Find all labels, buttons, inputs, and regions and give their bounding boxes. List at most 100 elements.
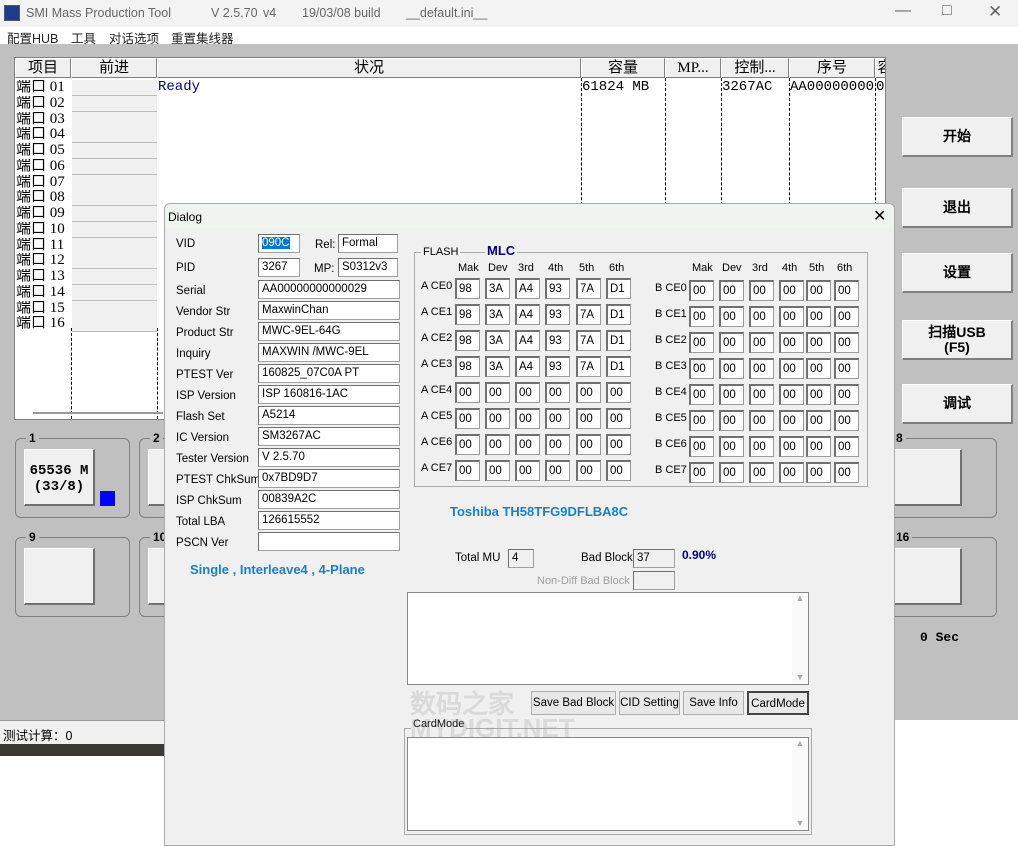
flash-id-cell[interactable]: 00 — [806, 358, 831, 379]
flash-id-cell[interactable]: 00 — [689, 436, 714, 457]
flash-id-cell[interactable]: 00 — [576, 460, 601, 481]
flash-id-cell[interactable]: 00 — [545, 460, 570, 481]
flash-id-cell[interactable]: 00 — [606, 434, 631, 455]
flash-id-cell[interactable]: 00 — [779, 306, 804, 327]
flash-id-cell[interactable]: 00 — [719, 410, 744, 431]
flash-id-cell[interactable]: 00 — [806, 306, 831, 327]
isp-version-field[interactable]: ISP 160816-1AC — [258, 385, 400, 404]
minimize-button[interactable]: — — [895, 2, 911, 20]
flash-id-cell[interactable]: 7A — [576, 330, 601, 351]
flash-id-cell[interactable]: 00 — [719, 332, 744, 353]
flash-id-cell[interactable]: 00 — [834, 384, 859, 405]
flash-id-cell[interactable]: 00 — [779, 280, 804, 301]
flash-id-cell[interactable]: 00 — [455, 408, 480, 429]
flash-id-cell[interactable]: D1 — [606, 278, 631, 299]
flash-id-cell[interactable]: 00 — [689, 358, 714, 379]
vid-field[interactable]: 090C — [258, 234, 300, 253]
flash-id-cell[interactable]: 00 — [749, 384, 774, 405]
flash-id-cell[interactable]: 7A — [576, 304, 601, 325]
flash-id-cell[interactable]: 00 — [689, 332, 714, 353]
table-row[interactable]: 端口 03 — [15, 111, 885, 128]
dialog-close-button[interactable]: ✕ — [873, 206, 886, 226]
flash-id-cell[interactable]: 00 — [834, 462, 859, 483]
flash-id-cell[interactable]: 98 — [455, 356, 480, 377]
flash-id-cell[interactable]: 00 — [779, 358, 804, 379]
save-info-button[interactable]: Save Info — [683, 691, 744, 715]
flash-id-cell[interactable]: 93 — [545, 330, 570, 351]
pscn-ver-field[interactable] — [258, 532, 400, 551]
cardmode-button[interactable]: CardMode — [747, 691, 809, 715]
flash-id-cell[interactable]: 00 — [749, 462, 774, 483]
flash-id-cell[interactable]: 93 — [545, 278, 570, 299]
flash-id-cell[interactable]: 00 — [749, 332, 774, 353]
header-serial[interactable]: 序号 — [789, 58, 875, 78]
flash-id-cell[interactable]: 7A — [576, 278, 601, 299]
flash-id-cell[interactable]: 00 — [576, 434, 601, 455]
pid-field[interactable]: 3267 — [258, 258, 300, 277]
header-progress[interactable]: 前进 — [71, 58, 157, 78]
table-row[interactable]: 端口 05 — [15, 143, 885, 159]
scan-usb-button[interactable]: 扫描USB (F5) — [902, 320, 1013, 360]
horizontal-scrollbar[interactable] — [33, 412, 163, 414]
flash-id-cell[interactable]: D1 — [606, 330, 631, 351]
start-button[interactable]: 开始 — [902, 117, 1013, 157]
flash-id-cell[interactable]: 00 — [689, 280, 714, 301]
flash-id-cell[interactable]: 00 — [749, 436, 774, 457]
isp-chksum-field[interactable]: 00839A2C — [258, 490, 400, 509]
header-item[interactable]: 项目 — [15, 58, 71, 78]
flash-id-cell[interactable]: 00 — [719, 384, 744, 405]
close-button[interactable]: ✕ — [988, 2, 1002, 22]
vendor-str-field[interactable]: MaxwinChan — [258, 301, 400, 320]
flash-id-cell[interactable]: 00 — [834, 358, 859, 379]
debug-button[interactable]: 调试 — [902, 384, 1013, 424]
flash-id-cell[interactable]: 00 — [749, 280, 774, 301]
flash-id-cell[interactable]: 3A — [485, 278, 510, 299]
table-row[interactable]: 端口 06 — [15, 158, 885, 175]
flash-id-cell[interactable]: 93 — [545, 304, 570, 325]
flash-id-cell[interactable]: 00 — [515, 382, 540, 403]
log-textarea[interactable]: ▲ ▼ — [407, 592, 809, 685]
header-controller[interactable]: 控制... — [721, 58, 789, 78]
flash-id-cell[interactable]: 00 — [806, 410, 831, 431]
cardmode-textarea[interactable]: ▲ ▼ — [407, 737, 809, 831]
slot-button[interactable] — [891, 548, 962, 605]
tester-version-field[interactable]: V 2.5.70 — [258, 448, 400, 467]
slot-button[interactable] — [24, 548, 95, 605]
header-mp[interactable]: MP... — [665, 58, 721, 78]
ic-version-field[interactable]: SM3267AC — [258, 427, 400, 446]
flash-id-cell[interactable]: 00 — [689, 384, 714, 405]
flash-id-cell[interactable]: 00 — [515, 434, 540, 455]
flash-id-cell[interactable]: 00 — [576, 382, 601, 403]
flash-id-cell[interactable]: 00 — [606, 460, 631, 481]
flash-id-cell[interactable]: 93 — [545, 356, 570, 377]
cid-setting-button[interactable]: CID Setting — [619, 691, 680, 715]
flash-id-cell[interactable]: 98 — [455, 304, 480, 325]
flash-id-cell[interactable]: A4 — [515, 356, 540, 377]
flash-id-cell[interactable]: 00 — [455, 434, 480, 455]
flash-id-cell[interactable]: 98 — [455, 278, 480, 299]
ptest-chksum-field[interactable]: 0x7BD9D7 — [258, 469, 400, 488]
flash-id-cell[interactable]: 00 — [689, 410, 714, 431]
ptest-ver-field[interactable]: 160825_07C0A PT — [258, 364, 400, 383]
flash-id-cell[interactable]: 00 — [779, 384, 804, 405]
flash-id-cell[interactable]: 00 — [545, 382, 570, 403]
flash-id-cell[interactable]: 00 — [779, 410, 804, 431]
flash-id-cell[interactable]: 00 — [545, 434, 570, 455]
total-lba-field[interactable]: 126615552 — [258, 511, 400, 530]
table-row[interactable]: 端口 01 Ready 61824 MB 3267AC AA00000000000029… — [15, 80, 885, 96]
flash-id-cell[interactable]: 00 — [455, 460, 480, 481]
flash-id-cell[interactable]: D1 — [606, 304, 631, 325]
slot-button[interactable]: 65536 M (33/8) — [24, 449, 95, 506]
flash-id-cell[interactable]: 00 — [485, 460, 510, 481]
flash-id-cell[interactable]: 00 — [806, 332, 831, 353]
save-bad-block-button[interactable]: Save Bad Block — [531, 691, 616, 715]
flash-id-cell[interactable]: 00 — [749, 358, 774, 379]
inquiry-field[interactable]: MAXWIN /MWC-9EL — [258, 343, 400, 362]
flash-id-cell[interactable]: 00 — [806, 384, 831, 405]
flash-id-cell[interactable]: 00 — [606, 408, 631, 429]
maximize-button[interactable]: □ — [942, 2, 952, 20]
flash-id-cell[interactable]: 00 — [515, 408, 540, 429]
flash-id-cell[interactable]: 00 — [806, 436, 831, 457]
flash-id-cell[interactable]: A4 — [515, 278, 540, 299]
header-capacity[interactable]: 容量 — [581, 58, 665, 78]
